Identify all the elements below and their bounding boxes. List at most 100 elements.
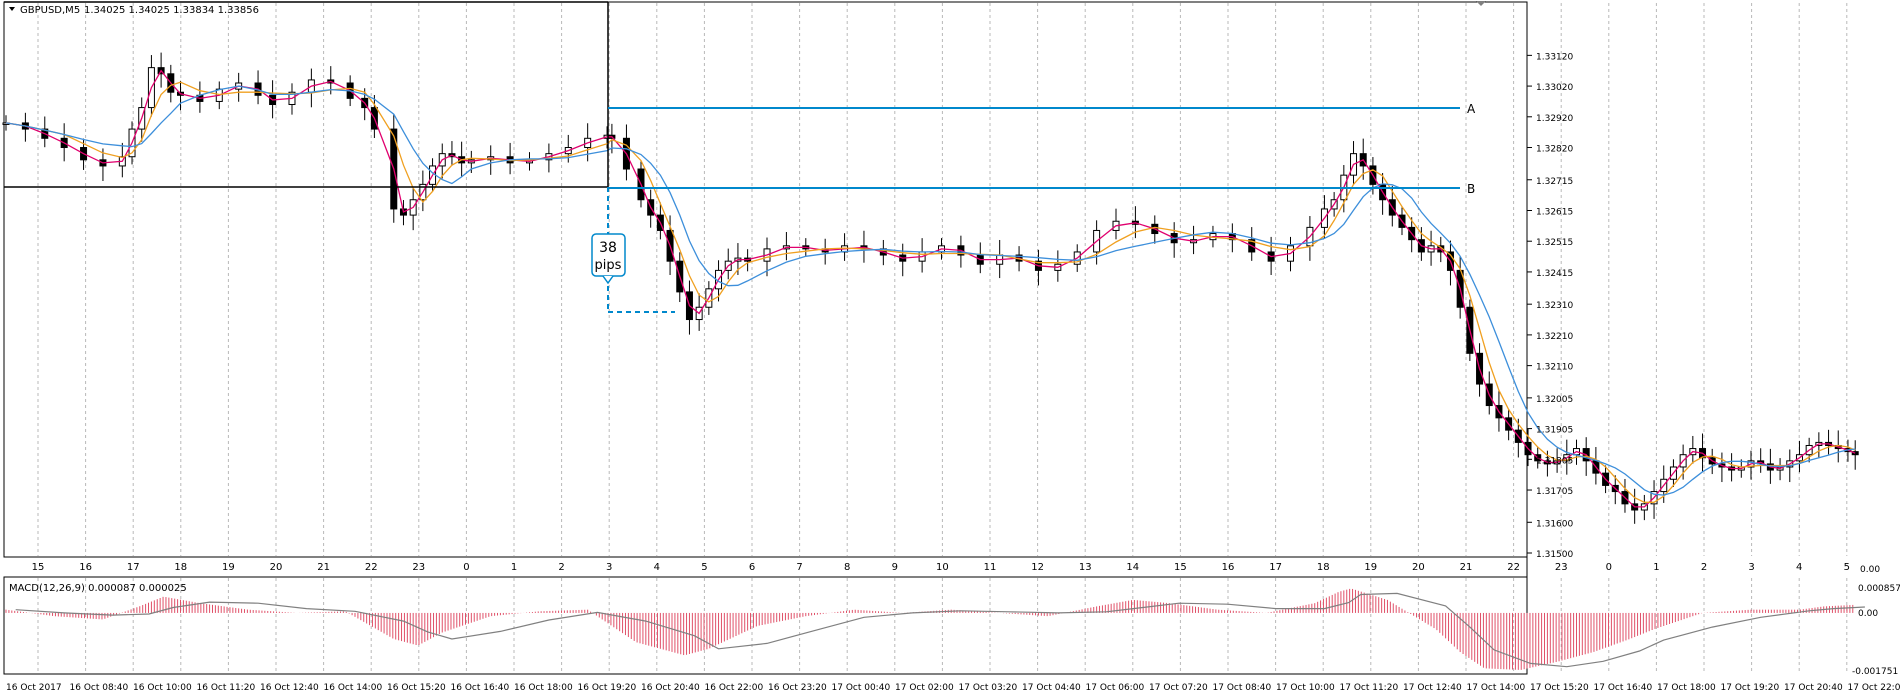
macd-axis-bottom: -0.001751: [1852, 667, 1898, 677]
hour-tick-label: 1: [511, 562, 517, 573]
corner-label: 0.00: [1860, 565, 1880, 575]
price-tick-label: 1.32005: [1536, 395, 1573, 405]
date-tick-label: 17 Oct 00:40: [832, 683, 891, 693]
hour-tick-label: 14: [1126, 562, 1139, 573]
hour-tick-label: 10: [936, 562, 949, 573]
hour-tick-label: 20: [1412, 562, 1425, 573]
price-tick-label: 1.32210: [1536, 332, 1573, 342]
price-tick-label: 1.31500: [1536, 550, 1573, 560]
price-tick-label: 1.32715: [1536, 177, 1573, 187]
date-tick-label: 17 Oct 18:00: [1657, 683, 1716, 693]
price-tick-label: 1.31805: [1536, 456, 1573, 466]
date-tick-label: 16 Oct 16:40: [451, 683, 510, 693]
pips-unit: pips: [595, 258, 622, 273]
hour-tick-label: 7: [796, 562, 802, 573]
date-tick-label: 17 Oct 20:40: [1784, 683, 1843, 693]
hour-tick-label: 5: [1844, 562, 1850, 573]
date-tick-label: 17 Oct 16:40: [1594, 683, 1653, 693]
price-tick-label: 1.32615: [1536, 207, 1573, 217]
hour-tick-label: 23: [412, 562, 425, 573]
hour-tick-label: 21: [317, 562, 330, 573]
date-tick-label: 17 Oct 06:00: [1086, 683, 1145, 693]
hour-tick-label: 23: [1555, 562, 1568, 573]
date-tick-label: 16 Oct 20:40: [641, 683, 700, 693]
hour-tick-label: 0: [1606, 562, 1612, 573]
hour-tick-label: 12: [1031, 562, 1044, 573]
date-tick-label: 16 Oct 10:00: [133, 683, 192, 693]
date-tick-label: 17 Oct 19:20: [1721, 683, 1780, 693]
macd-panel-frame: [3, 576, 1528, 675]
hour-tick-label: 16: [79, 562, 92, 573]
hour-tick-label: 2: [558, 562, 564, 573]
date-tick-label: 17 Oct 08:40: [1213, 683, 1272, 693]
macd-axis-zero: 0.00: [1858, 609, 1878, 619]
date-tick-label: 17 Oct 02:00: [895, 683, 954, 693]
hour-tick-label: 17: [127, 562, 140, 573]
hour-tick-label: 1: [1653, 562, 1659, 573]
date-tick-label: 16 Oct 15:20: [387, 683, 446, 693]
price-tick-label: 1.33020: [1536, 83, 1573, 93]
hour-tick-label: 11: [984, 562, 997, 573]
hour-tick-label: 18: [1317, 562, 1330, 573]
hour-tick-label: 0: [463, 562, 469, 573]
hour-tick-label: 5: [701, 562, 707, 573]
price-panel-frame: [3, 1, 1528, 558]
date-tick-label: 17 Oct 03:20: [959, 683, 1018, 693]
hour-tick-label: 4: [1796, 562, 1802, 573]
date-tick-label: 16 Oct 11:20: [197, 683, 256, 693]
hour-tick-label: 16: [1222, 562, 1235, 573]
price-tick-label: 1.32310: [1536, 301, 1573, 311]
hour-tick-label: 22: [365, 562, 378, 573]
hour-tick-label: 22: [1507, 562, 1520, 573]
date-tick-label: 16 Oct 22:00: [705, 683, 764, 693]
hour-tick-label: 9: [892, 562, 898, 573]
date-tick-label: 16 Oct 23:20: [768, 683, 827, 693]
hour-tick-label: 17: [1269, 562, 1282, 573]
macd-label: MACD(12,26,9) 0.000087 0.000025: [9, 583, 187, 594]
date-tick-label: 17 Oct 04:40: [1022, 683, 1081, 693]
hour-tick-label: 2: [1701, 562, 1707, 573]
hour-tick-label: 6: [749, 562, 755, 573]
price-tick-label: 1.33120: [1536, 52, 1573, 62]
hour-tick-label: 19: [1364, 562, 1377, 573]
hour-tick-label: 3: [1748, 562, 1754, 573]
date-tick-label: 16 Oct 18:00: [514, 683, 573, 693]
price-tick-label: 1.32415: [1536, 269, 1573, 279]
ohlc-readout: 1.34025 1.34025 1.33834 1.33856: [84, 5, 259, 16]
price-tick-label: 1.31705: [1536, 487, 1573, 497]
price-axis: 1.33120 1.33020 1.32920 1.32820 1.32715 1.326…: [1527, 52, 1573, 560]
date-tick-label: 17 Oct 12:40: [1403, 683, 1462, 693]
date-tick-label: 17 Oct 22:00: [1848, 683, 1900, 693]
date-axis: 16 Oct 2017 16 Oct 08:40 16 Oct 10:00 16 Oc…: [6, 683, 1900, 693]
date-tick-label: 17 Oct 10:00: [1276, 683, 1335, 693]
hour-tick-label: 13: [1079, 562, 1092, 573]
hour-tick-label: 20: [270, 562, 283, 573]
date-tick-label: 17 Oct 15:20: [1530, 683, 1589, 693]
date-tick-label: 16 Oct 08:40: [70, 683, 129, 693]
price-tick-label: 1.31905: [1536, 426, 1573, 436]
date-tick-label: 17 Oct 07:20: [1149, 683, 1208, 693]
symbol-label[interactable]: GBPUSD,M5: [20, 5, 80, 16]
hour-tick-label: 15: [1174, 562, 1187, 573]
date-tick-label: 17 Oct 14:00: [1467, 683, 1526, 693]
macd-axis-top: 0.000857: [1858, 584, 1900, 594]
date-tick-label: 16 Oct 12:40: [260, 683, 319, 693]
hour-tick-label: 8: [844, 562, 850, 573]
hour-tick-label: 19: [222, 562, 235, 573]
level-a-label: A: [1467, 102, 1476, 116]
hour-tick-label: 15: [32, 562, 45, 573]
hour-tick-label: 21: [1460, 562, 1473, 573]
pips-value: 38: [599, 240, 617, 256]
trading-chart[interactable]: A B 38 pips GBPUSD,M5 1.34025 1.34025 1.…: [0, 0, 1900, 695]
hour-tick-label: 4: [654, 562, 660, 573]
price-tick-label: 1.32820: [1536, 145, 1573, 155]
price-tick-label: 1.32515: [1536, 238, 1573, 248]
hour-tick-label: 3: [606, 562, 612, 573]
hour-tick-label: 18: [174, 562, 187, 573]
date-tick-label: 16 Oct 19:20: [578, 683, 637, 693]
date-tick-label: 17 Oct 11:20: [1340, 683, 1399, 693]
pips-callout: 38 pips: [591, 233, 626, 285]
level-b-label: B: [1467, 182, 1475, 196]
price-tick-label: 1.32920: [1536, 114, 1573, 124]
date-tick-label: 16 Oct 2017: [6, 683, 62, 693]
